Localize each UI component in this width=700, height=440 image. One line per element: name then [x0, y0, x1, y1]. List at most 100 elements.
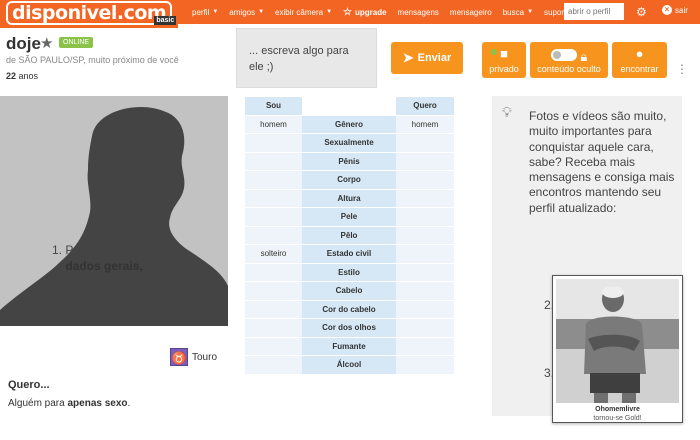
cell-sou: solteiro [245, 245, 302, 263]
cell-quero [396, 356, 454, 374]
online-badge: ONLINE [59, 37, 94, 48]
cell-attribute: Álcool [302, 356, 396, 374]
cell-quero [396, 300, 454, 318]
meet-label: encontrar [620, 64, 659, 74]
cell-attribute: Cor do cabelo [302, 300, 396, 318]
nav-mensagens-label: mensagens [397, 7, 439, 17]
header-sou: Sou [245, 97, 302, 115]
tip-text: Fotos e vídeos são muito, muito importan… [529, 109, 675, 215]
caret-down-icon: ▼ [527, 9, 534, 15]
logo-tier-badge: basic [154, 16, 177, 25]
cell-quero [396, 189, 454, 207]
gold-user-name: Ohomemlivre [595, 406, 640, 413]
cell-sou [245, 282, 302, 300]
cell-attribute: Cor dos olhos [302, 319, 396, 337]
message-textarea[interactable]: ... escreva algo para ele ;) [236, 28, 377, 88]
gear-icon[interactable]: ⚙ [636, 5, 650, 19]
cell-attribute: Pênis [302, 152, 396, 170]
table-row: solteiro Estado civil [245, 245, 454, 263]
tip-item-1-link[interactable]: dados gerais, [65, 259, 142, 273]
nav-upgrade-label: upgrade [354, 7, 387, 17]
table-row: Cabelo [245, 282, 454, 300]
taurus-icon: ♉ [170, 348, 188, 366]
cell-attribute: Gênero [302, 115, 396, 133]
cell-quero: homem [396, 115, 454, 133]
zodiac-label: Touro [192, 351, 218, 363]
table-row: Pênis [245, 152, 454, 170]
gold-user-photo-graphic [556, 279, 679, 403]
table-header-row: Sou Quero [245, 97, 454, 115]
table-row: Fumante [245, 337, 454, 355]
cell-sou [245, 337, 302, 355]
nav-mensageiro-label: mensageiro [449, 7, 492, 17]
cell-attribute: Altura [302, 189, 396, 207]
cell-sou: homem [245, 115, 302, 133]
table-row: homem Gênero homem [245, 115, 454, 133]
nav-busca-label: busca [502, 7, 525, 17]
lightbulb-icon: 💡︎ [502, 104, 512, 120]
caret-down-icon: ▼ [258, 9, 265, 15]
cell-quero [396, 134, 454, 152]
nav-amigos-label: amigos [229, 7, 256, 17]
profile-location: de SÃO PAULO/SP, muito próximo de você [6, 55, 179, 65]
nav-perfil[interactable]: perfil ▼ [192, 8, 218, 17]
cell-quero [396, 263, 454, 281]
table-row: Altura [245, 189, 454, 207]
toggle-lock-icon: 🔒︎ [530, 44, 608, 64]
wants-text: Alguém para apenas sexo. [8, 398, 130, 409]
wants-suffix: . [127, 398, 131, 409]
private-video-button[interactable]: ■ privado [482, 42, 526, 78]
open-profile-input[interactable] [564, 3, 624, 20]
nav-mensageiro[interactable]: mensageiro [450, 8, 492, 17]
profile-photo[interactable] [0, 96, 228, 326]
gold-user-photo [556, 279, 679, 403]
wants-heading: Quero... [8, 379, 50, 391]
more-options-icon[interactable]: · · · [679, 57, 685, 79]
cell-attribute: Estado civil [302, 245, 396, 263]
cell-sou [245, 171, 302, 189]
gold-notification-card[interactable]: Ohomemlivre tornou-se Gold! [552, 275, 683, 423]
tip-item-1: 1. Preencha seus dados gerais, [52, 243, 146, 273]
table-row: Sexualmente [245, 134, 454, 152]
nav-upgrade[interactable]: ☆ upgrade [343, 7, 387, 18]
cell-attribute: Corpo [302, 171, 396, 189]
site-logo[interactable]: disponivel.com basic [0, 0, 179, 28]
cell-sou [245, 152, 302, 170]
cell-quero [396, 319, 454, 337]
age-unit: anos [18, 71, 39, 81]
table-row: Cor dos olhos [245, 319, 454, 337]
cell-attribute: Pêlo [302, 226, 396, 244]
cell-sou [245, 319, 302, 337]
nav-busca[interactable]: busca ▼ [503, 8, 533, 17]
cell-quero [396, 152, 454, 170]
cell-attribute: Estilo [302, 263, 396, 281]
cell-quero [396, 226, 454, 244]
cell-quero [396, 337, 454, 355]
cell-attribute: Pele [302, 208, 396, 226]
tip-item-1-prefix: Preencha seus [65, 243, 146, 257]
nav-mensagens[interactable]: mensagens [398, 8, 439, 17]
header-blank [302, 97, 396, 115]
send-button[interactable]: ➤ Enviar [391, 42, 463, 74]
cell-attribute: Sexualmente [302, 134, 396, 152]
main-nav: perfil ▼ amigos ▼ exibir câmera ▼ ☆ upgrade … [192, 0, 582, 24]
nav-exibir-camera[interactable]: exibir câmera ▼ [275, 8, 332, 17]
cell-sou [245, 300, 302, 318]
logo-text: disponivel.com [6, 1, 173, 25]
logout-button[interactable]: × sair [662, 5, 688, 15]
favorite-star-icon[interactable]: ★ [40, 34, 53, 52]
profile-attributes-table: Sou Quero homem Gênero homem Sexualmente P… [245, 96, 454, 375]
toggle-switch[interactable] [550, 49, 577, 61]
nav-perfil-label: perfil [192, 7, 210, 17]
cell-attribute: Cabelo [302, 282, 396, 300]
age-number: 22 [6, 71, 17, 81]
online-dot-icon [491, 49, 497, 55]
star-outline-icon: ☆ [343, 6, 352, 18]
meet-button[interactable]: ● encontrar [612, 42, 667, 78]
close-circle-icon: × [662, 5, 672, 15]
hidden-content-button[interactable]: 🔒︎ conteúdo oculto [530, 42, 608, 78]
gold-status-text: tornou-se Gold! [593, 415, 642, 422]
nav-amigos[interactable]: amigos ▼ [229, 8, 264, 17]
wants-bold: apenas sexo [67, 398, 128, 409]
cell-sou [245, 134, 302, 152]
